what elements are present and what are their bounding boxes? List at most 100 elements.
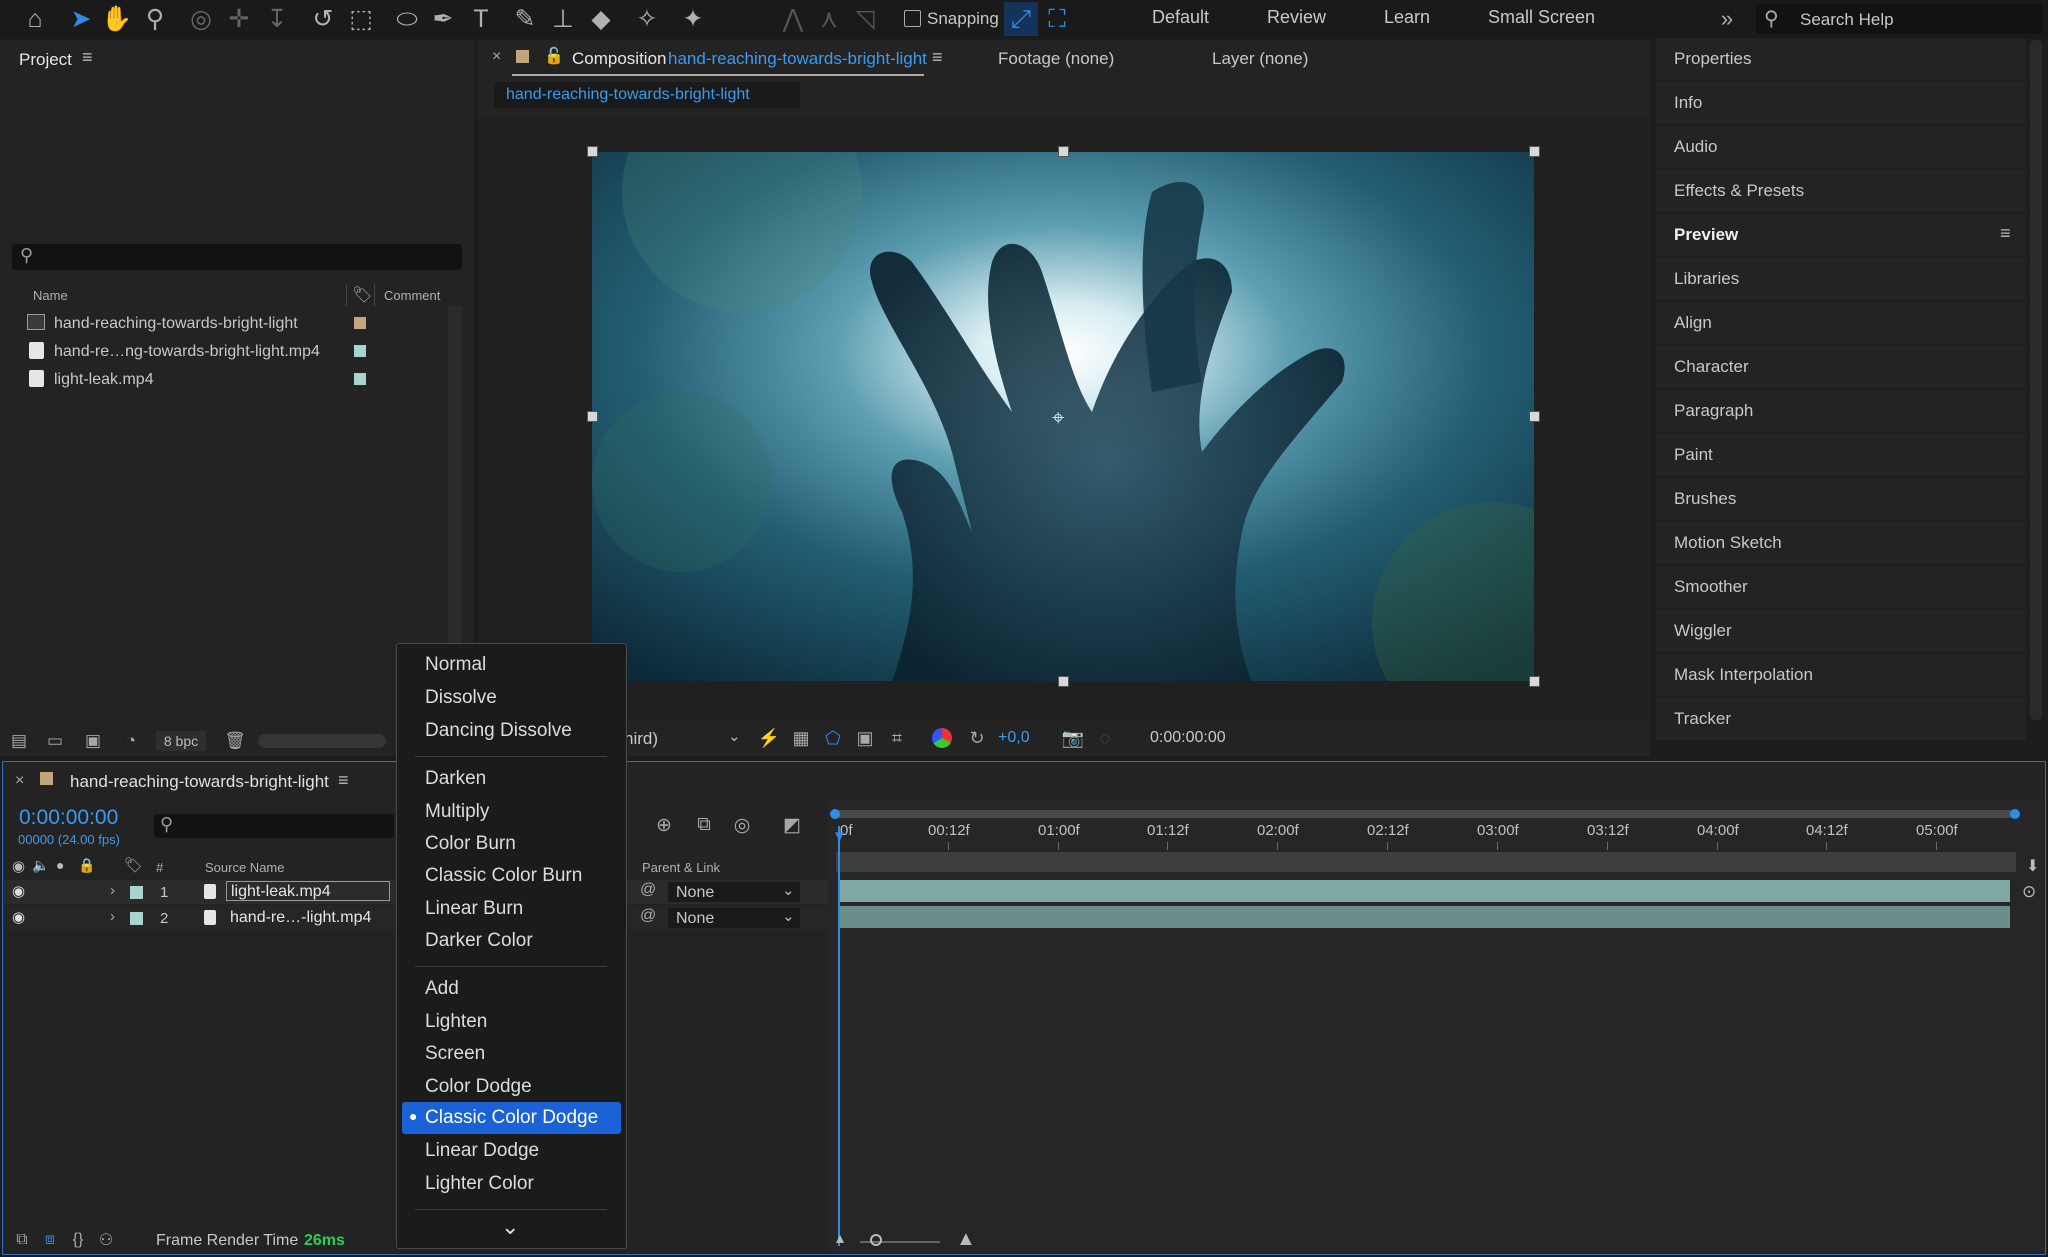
menu-item-dancing-dissolve[interactable]: Dancing Dissolve [425,720,572,742]
video-eye-icon[interactable]: ◉ [12,908,25,926]
fast-previews-icon[interactable]: ⚡ [756,725,782,751]
solo-dot-icon[interactable]: ● [56,857,64,873]
column-name[interactable]: Name [33,288,68,303]
new-folder-icon[interactable]: ▭ [42,728,68,754]
panel-preview[interactable]: Preview ≡ [1656,214,2026,256]
project-item[interactable]: hand-reaching-towards-bright-light ⛶ [0,310,460,336]
show-snapshot-icon[interactable]: ◌ [1092,725,1118,751]
pick-whip-icon[interactable]: @ [640,907,656,925]
search-help-field[interactable]: ⚲ Search Help [1756,4,2042,34]
project-panel-title[interactable]: Project [19,50,72,70]
panel-info[interactable]: Info [1656,82,2026,124]
zoom-out-icon[interactable]: ▴ [836,1228,844,1248]
comp-label-swatch[interactable] [40,772,53,785]
column-comment[interactable]: Comment [384,288,440,303]
navigator-end-handle[interactable] [2010,809,2020,819]
interpret-footage-icon[interactable]: ▤ [6,728,32,754]
transparency-grid-icon[interactable]: ▦ [788,725,814,751]
snapping-checkbox[interactable] [904,10,921,27]
right-panel-scrollbar[interactable] [2030,40,2042,720]
expand-chevron-icon[interactable]: › [110,882,115,899]
menu-item-linear-burn[interactable]: Linear Burn [425,898,523,920]
dolly-camera-icon[interactable]: ↧ [260,2,294,36]
label-tag-icon[interactable]: 🏷 [352,285,372,305]
transform-handle[interactable] [587,146,598,157]
axis-world-icon[interactable]: ⋏ [812,2,846,36]
grid-guides-icon[interactable]: ⌗ [884,725,910,751]
composition-viewer[interactable]: ⌖ [592,152,1534,681]
puppet-pin-icon[interactable]: ✦ [676,2,710,36]
scroll-down-chevron-icon[interactable]: ⌄ [501,1214,519,1240]
zoom-tool-icon[interactable]: ⚲ [138,2,172,36]
panel-motion-sketch[interactable]: Motion Sketch [1656,522,2026,564]
layer-tab[interactable]: Layer (none) [1212,49,1308,69]
layer-label-swatch[interactable] [130,912,143,925]
eraser-tool-icon[interactable]: ◆ [584,2,618,36]
composition-menu-icon[interactable]: ≡ [932,47,943,68]
layer-label-swatch[interactable] [130,886,143,899]
pan-camera-icon[interactable]: ✛ [222,2,256,36]
playhead-marker-icon[interactable]: ▼ [832,828,847,845]
type-tool-icon[interactable]: T [464,2,498,36]
time-navigator-bar[interactable] [830,809,2020,819]
region-of-interest-icon[interactable]: ▣ [852,725,878,751]
audio-speaker-icon[interactable]: 🔈 [32,857,49,874]
menu-item-lighter-color[interactable]: Lighter Color [425,1173,534,1195]
label-swatch[interactable] [354,345,366,357]
composition-tab-name[interactable]: hand-reaching-towards-bright-light [668,49,927,69]
timeline-menu-icon[interactable]: ≡ [338,770,349,791]
label-swatch[interactable] [354,317,366,329]
graph-editor-icon[interactable]: ◩ [778,812,806,838]
label-swatch[interactable] [354,373,366,385]
layer-bar[interactable] [840,880,2010,902]
render-time-icon[interactable]: ⚇ [94,1228,118,1252]
bit-depth-button[interactable]: 8 bpc [156,731,206,751]
transform-handle[interactable] [1058,146,1069,157]
transform-handle[interactable] [1529,411,1540,422]
timeline-comp-name[interactable]: hand-reaching-towards-bright-light [70,772,329,792]
menu-item-darker-color[interactable]: Darker Color [425,930,533,952]
snap-edges-icon[interactable]: ⤢ [1004,2,1038,36]
pick-whip-icon[interactable]: @ [640,881,656,899]
lock-icon[interactable]: 🔓 [544,46,564,66]
expand-chevron-icon[interactable]: › [110,908,115,925]
panel-properties[interactable]: Properties [1656,38,2026,80]
transform-handle[interactable] [1058,676,1069,687]
snapshot-camera-icon[interactable]: 📷 [1060,725,1086,751]
home-icon[interactable]: ⌂ [18,2,52,36]
parent-dropdown[interactable]: None ⌄ [668,908,800,928]
panel-mask-interpolation[interactable]: Mask Interpolation [1656,654,2026,696]
clone-stamp-icon[interactable]: ⊥ [546,2,580,36]
menu-item-dissolve[interactable]: Dissolve [425,687,497,709]
channel-icon[interactable] [932,728,952,748]
panel-smoother[interactable]: Smoother [1656,566,2026,608]
close-icon[interactable]: × [492,48,501,66]
snap-features-icon[interactable]: ⛶ [1040,2,1074,36]
work-area-bar[interactable] [836,852,2016,872]
panel-effects-presets[interactable]: Effects & Presets [1656,170,2026,212]
timeline-search-input[interactable]: ⚲ [154,814,394,838]
transfer-controls-icon[interactable]: ⧈ [38,1228,62,1252]
workspace-review[interactable]: Review [1267,7,1326,28]
transform-handle[interactable] [1529,676,1540,687]
menu-item-screen[interactable]: Screen [425,1043,485,1065]
resolution-dropdown[interactable]: hird) ⌄ [624,726,746,750]
panel-audio[interactable]: Audio [1656,126,2026,168]
brush-tool-icon[interactable]: ✎ [508,2,542,36]
column-number[interactable]: # [156,860,163,875]
playhead[interactable] [838,826,840,1246]
panel-paint[interactable]: Paint [1656,434,2026,476]
lock-icon[interactable]: 🔒 [78,857,95,874]
panel-tracker[interactable]: Tracker [1656,698,2026,740]
project-settings-icon[interactable]: ◔ [118,728,144,754]
ellipse-tool-icon[interactable]: ⬭ [390,2,424,36]
transform-handle[interactable] [1529,146,1540,157]
panel-brushes[interactable]: Brushes [1656,478,2026,520]
panel-character[interactable]: Character [1656,346,2026,388]
comp-marker-icon[interactable]: ⬇ [2026,856,2039,876]
zoom-in-icon[interactable]: ▲ [956,1228,976,1251]
panel-libraries[interactable]: Libraries [1656,258,2026,300]
zoom-slider-thumb[interactable] [870,1234,882,1246]
trash-icon[interactable]: 🗑 [222,728,248,754]
mask-visibility-icon[interactable]: ⬠ [820,725,846,751]
